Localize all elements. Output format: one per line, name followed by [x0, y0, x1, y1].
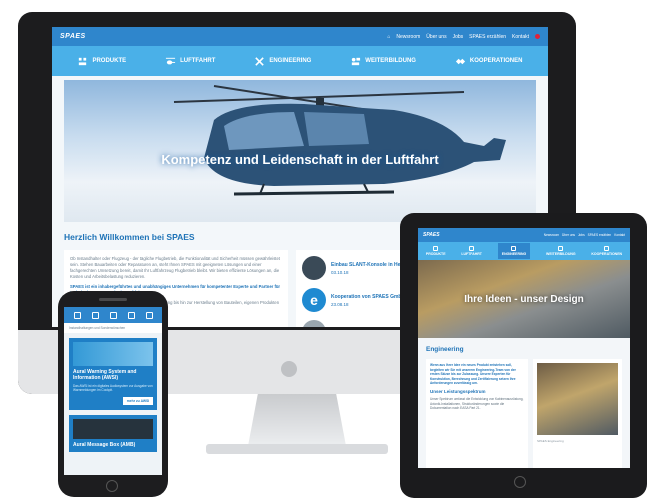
topnav-kontakt[interactable]: Kontakt	[512, 34, 529, 40]
topnav-kontakt[interactable]: Kontakt	[614, 233, 625, 237]
nav-produkte-label: PRODUKTE	[92, 58, 127, 64]
helicopter-icon	[469, 246, 475, 251]
helicopter-image	[173, 85, 506, 196]
topnav-erzaehlen[interactable]: SPAES erzählen	[588, 233, 612, 237]
nav-weiterbildung-label: WEITERBILDUNG	[546, 252, 576, 256]
topnav-jobs[interactable]: Jobs	[453, 34, 464, 40]
topnav-erzaehlen[interactable]: SPAES erzählen	[469, 34, 506, 40]
cabin-interior-image	[537, 363, 618, 435]
desktop-top-nav: ⌂ Newsroom Über uns Jobs SPAES erzählen …	[387, 34, 540, 40]
topnav-jobs[interactable]: Jobs	[578, 233, 585, 237]
handshake-icon	[604, 246, 610, 251]
tablet-main-nav: PRODUKTE LUFTFAHRT ENGINEERING WEITERBIL…	[418, 242, 630, 260]
news-title: Einbau SLANT-Konsole in He	[331, 261, 401, 268]
phone-home-button	[106, 480, 118, 492]
leistungsspektrum-paragraph: Unser Spektrum umfasst die Entwicklung v…	[430, 396, 524, 411]
training-icon	[352, 57, 361, 65]
phone-main-nav	[64, 307, 162, 323]
tablet-topbar: SPAES Newsroom Über uns Jobs SPAES erzäh…	[418, 228, 630, 242]
desktop-main-nav: PRODUKTE LUFTFAHRT ENGINEERING WEITERBIL…	[52, 46, 548, 76]
engineering-image-card: SPAES Engineering	[533, 359, 622, 468]
language-flag-icon[interactable]	[535, 34, 540, 39]
product-icon[interactable]	[73, 311, 81, 319]
topnav-newsroom[interactable]: Newsroom	[396, 34, 420, 40]
nav-engineering-label: ENGINEERING	[501, 252, 527, 256]
training-icon	[558, 246, 564, 251]
nav-luftfahrt[interactable]: LUFTFAHRT	[165, 56, 215, 67]
product-icon	[79, 57, 87, 65]
product-card-title: Aural Message Box (AMB)	[73, 442, 136, 449]
product-card-text: Das AWSI ist ein digitales Audiosystem z…	[73, 384, 153, 393]
news-thumbnail	[302, 256, 326, 280]
training-icon[interactable]	[127, 311, 135, 319]
awsi-product-image	[73, 342, 153, 366]
intro-paragraph: Ob Instandhalter oder Flugzeug - der täg…	[70, 256, 280, 279]
engineering-text: Wenn aus Ihrer Idee ein neues Produkt en…	[426, 359, 528, 468]
topnav-newsroom[interactable]: Newsroom	[544, 233, 559, 237]
desktop-topbar: SPAES ⌂ Newsroom Über uns Jobs SPAES erz…	[52, 27, 548, 46]
product-icon	[433, 246, 439, 251]
amb-product-image	[73, 419, 153, 440]
nav-weiterbildung[interactable]: WEITERBILDUNG	[350, 56, 416, 67]
engineering-paragraph: Wenn aus Ihrer Idee ein neues Produkt en…	[430, 363, 516, 386]
nav-kooperationen[interactable]: KOOPERATIONEN	[591, 246, 622, 256]
nav-kooperationen-label: KOOPERATIONEN	[591, 252, 623, 256]
device-mockup: SPAES ⌂ Newsroom Über uns Jobs SPAES erz…	[0, 0, 649, 500]
nav-engineering[interactable]: ENGINEERING	[497, 243, 531, 259]
nav-luftfahrt-label: LUFTFAHRT	[180, 58, 216, 64]
nav-luftfahrt-label: LUFTFAHRT	[461, 252, 482, 256]
phone-intro-text: Instandhaltungen und Sonderwünschen	[64, 323, 162, 333]
tablet-hero-banner: Ihre Ideen - unser Design	[418, 260, 630, 338]
nav-engineering[interactable]: ENGINEERING	[254, 56, 311, 67]
nav-kooperationen[interactable]: KOOPERATIONEN	[455, 56, 523, 67]
news-date: 23.08.18	[331, 301, 349, 307]
home-icon[interactable]: ⌂	[387, 34, 390, 40]
phone-screen: Instandhaltungen und Sonderwünschen Aura…	[64, 307, 162, 475]
phone-speaker	[99, 298, 127, 301]
news-thumbnail	[302, 320, 326, 327]
image-caption: SPAES Engineering	[537, 439, 564, 443]
engineering-heading: Engineering	[426, 346, 464, 353]
product-card-amb: Aural Message Box (AMB)	[69, 415, 157, 453]
tablet-hero-title: Ihre Ideen - unser Design	[464, 294, 584, 305]
tools-icon	[511, 246, 517, 251]
topnav-ueber-uns[interactable]: Über uns	[426, 34, 446, 40]
nav-kooperationen-label: KOOPERATIONEN	[469, 58, 523, 64]
more-awsi-button[interactable]: mehr zu AWSI	[123, 397, 153, 406]
nav-engineering-label: ENGINEERING	[269, 58, 312, 64]
news-thumbnail-e-icon: e	[302, 288, 326, 312]
tablet-content-columns: Wenn aus Ihrer Idee ein neues Produkt en…	[426, 359, 622, 468]
handshake-icon[interactable]	[145, 311, 153, 319]
tools-icon[interactable]	[109, 311, 117, 319]
news-date: 03.10.18	[331, 269, 349, 275]
tools-icon	[255, 56, 265, 66]
tablet-home-button	[514, 476, 526, 488]
topnav-ueber-uns[interactable]: Über uns	[562, 233, 575, 237]
nav-produkte-label: PRODUKTE	[425, 252, 446, 256]
leistungsspektrum-heading: Unser Leistungsspektrum	[430, 388, 486, 394]
product-card-awsi: Aural Warning System and Information (AW…	[69, 338, 157, 411]
spaes-logo[interactable]: SPAES	[60, 33, 86, 40]
tablet-screen: SPAES Newsroom Über uns Jobs SPAES erzäh…	[418, 228, 630, 468]
nav-weiterbildung-label: WEITERBILDUNG	[365, 58, 416, 64]
hero-banner: Kompetenz und Leidenschaft in der Luftfa…	[64, 80, 536, 222]
apple-logo-icon	[281, 361, 297, 377]
helicopter-icon[interactable]	[91, 311, 99, 319]
spaes-logo[interactable]: SPAES	[423, 232, 440, 238]
monitor-stand	[248, 394, 346, 446]
nav-luftfahrt[interactable]: LUFTFAHRT	[461, 246, 482, 256]
helicopter-icon	[165, 57, 176, 64]
tablet-top-nav: Newsroom Über uns Jobs SPAES erzählen Ko…	[544, 233, 625, 237]
nav-weiterbildung[interactable]: WEITERBILDUNG	[546, 246, 576, 256]
product-card-title: Aural Warning System and Information (AW…	[73, 369, 137, 381]
nav-produkte[interactable]: PRODUKTE	[77, 56, 126, 67]
handshake-icon	[455, 58, 465, 64]
nav-produkte[interactable]: PRODUKTE	[426, 246, 446, 256]
news-title: Kooperation von SPAES Gmb	[331, 293, 402, 300]
monitor-stand-base	[206, 444, 388, 454]
hero-title: Kompetenz und Leidenschaft in der Luftfa…	[161, 152, 439, 167]
